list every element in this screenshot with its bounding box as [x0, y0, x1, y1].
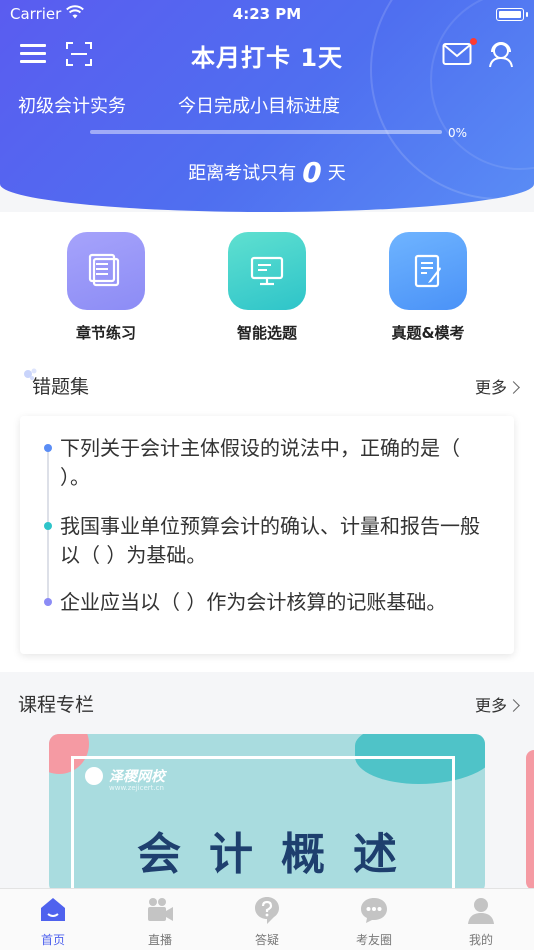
section-title: 课程专栏: [18, 694, 95, 716]
tab-bar: 首页 直播 答疑 考友圈 我的: [0, 888, 534, 950]
tab-home[interactable]: 首页: [0, 895, 106, 948]
countdown-suffix: 天: [327, 163, 346, 184]
more-label: 更多: [474, 378, 507, 397]
progress-percent: 0%: [448, 126, 468, 140]
chat-bubble-icon: [361, 898, 387, 923]
notification-dot: [470, 38, 477, 45]
battery-icon: [496, 8, 528, 21]
wrong-question-item[interactable]: 下列关于会计主体假设的说法中，正确的是（ ）。: [60, 434, 490, 492]
exam-paper-icon: [414, 254, 441, 288]
wrong-question-item[interactable]: 我国事业单位预算会计的确认、计量和报告一般以（ ）为基础。: [60, 512, 490, 570]
top-bar: 本月打卡 1天: [0, 36, 534, 72]
quick-action-past-exams[interactable]: 真题&模考: [368, 232, 488, 343]
tab-label: 我的: [468, 933, 493, 947]
tab-label: 考友圈: [355, 933, 392, 947]
quick-action-label: 真题&模考: [391, 324, 465, 342]
chevron-right-icon: [507, 699, 520, 712]
status-bar: Carrier 4:23 PM: [0, 4, 534, 26]
mail-icon[interactable]: [442, 42, 472, 66]
quick-action-tile: [389, 232, 467, 310]
header-banner: Carrier 4:23 PM 本月打卡 1天 初级会计实务 今日完成小目标进度: [0, 0, 534, 212]
progress-label: 今日完成小目标进度: [178, 96, 340, 117]
timeline-dot: [44, 598, 52, 606]
notebook-icon: [88, 253, 120, 287]
customer-service-icon[interactable]: [487, 40, 515, 68]
brand-logo-icon: [85, 767, 103, 785]
timeline-dot: [44, 522, 52, 530]
brand-url: www.zejicert.cn: [109, 784, 164, 792]
section-title: 错题集: [32, 376, 90, 398]
quick-action-label: 章节练习: [75, 324, 136, 342]
course-section: 课程专栏 更多 泽稷网校 www.zejicert.cn 会计概述: [0, 672, 534, 894]
course-card[interactable]: 泽稷网校 www.zejicert.cn 会计概述: [49, 734, 485, 894]
video-camera-icon: [148, 898, 173, 921]
tab-mine[interactable]: 我的: [428, 895, 534, 948]
wrong-question-item[interactable]: 企业应当以（ ）作为会计核算的记账基础。: [60, 588, 490, 617]
wrong-questions-more-link[interactable]: 更多: [474, 374, 520, 398]
quick-action-label: 智能选题: [236, 324, 297, 342]
wrong-questions-header: 错题集 更多: [0, 368, 534, 402]
quick-action-tile: [67, 232, 145, 310]
countdown-days: 0: [302, 156, 322, 189]
quick-action-chapter-practice[interactable]: 章节练习: [46, 232, 166, 343]
home-icon: [41, 898, 65, 921]
user-icon: [468, 898, 494, 924]
brand-name: 泽稷网校: [109, 769, 165, 785]
progress-bar: [90, 130, 442, 134]
question-icon: [255, 897, 279, 924]
clock: 4:23 PM: [232, 5, 302, 23]
tab-qa[interactable]: 答疑: [214, 895, 320, 948]
subject-selector[interactable]: 初级会计实务: [18, 92, 126, 118]
quick-action-tile: [228, 232, 306, 310]
quick-action-smart-select[interactable]: 智能选题: [207, 232, 327, 343]
tab-community[interactable]: 考友圈: [321, 895, 427, 948]
chevron-right-icon: [507, 381, 520, 394]
courses-more-link[interactable]: 更多: [474, 692, 520, 716]
timeline-dot: [44, 444, 52, 452]
wrong-questions-card: 下列关于会计主体假设的说法中，正确的是（ ）。 我国事业单位预算会计的确认、计量…: [20, 416, 514, 654]
tab-label: 首页: [40, 933, 65, 947]
more-label: 更多: [474, 696, 507, 715]
tab-label: 答疑: [254, 933, 279, 947]
exam-countdown: 距离考试只有 0 天: [0, 156, 534, 189]
brand-logo: 泽稷网校: [85, 766, 165, 786]
countdown-prefix: 距离考试只有: [188, 163, 297, 184]
monitor-icon: [250, 256, 284, 286]
tab-live[interactable]: 直播: [107, 895, 213, 948]
tab-label: 直播: [147, 933, 172, 947]
next-course-card[interactable]: [526, 750, 534, 890]
main-content: 章节练习 智能选题 真题&模考 错题集 更多 下列关于会计主体假设的说法中，正确…: [0, 212, 534, 672]
course-name: 会计概述: [137, 829, 425, 880]
